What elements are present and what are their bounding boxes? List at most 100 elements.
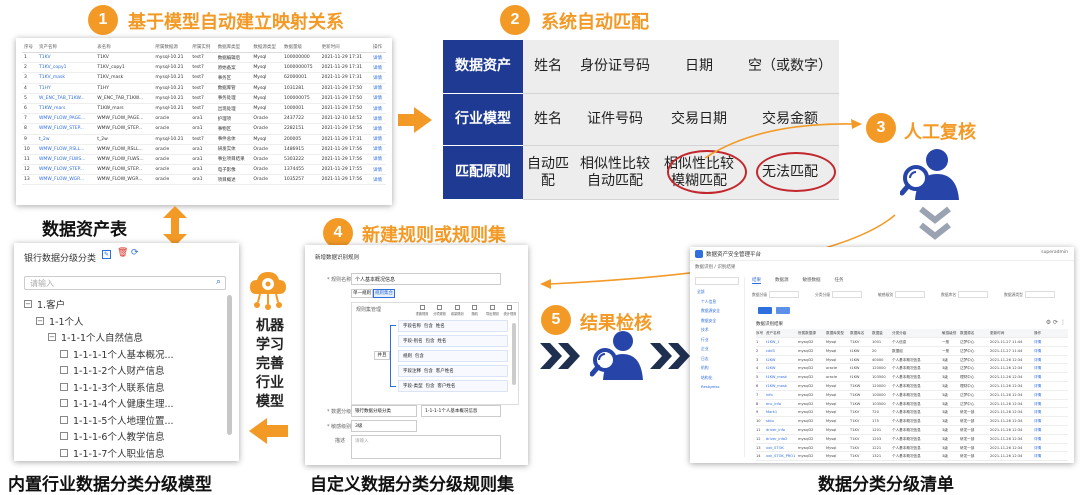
table-cell: 个人基本概况信息: [892, 410, 921, 415]
table-row[interactable]: 11 driver_info mysql32 Mysql T1KV 1201 个人基本概况信…: [756, 426, 1068, 435]
user-name[interactable]: superadmin: [1041, 250, 1068, 255]
sidebar-item[interactable]: 行业: [695, 337, 744, 347]
detail-link[interactable]: 详情: [1034, 452, 1048, 460]
sensitivity-select[interactable]: 3级: [351, 420, 417, 432]
result-tab[interactable]: 任务: [835, 277, 844, 284]
rule-condition[interactable]: 字段名称 包含 姓名: [398, 320, 508, 332]
toolbar-button[interactable]: 分项规则: [432, 305, 448, 316]
sensitivity-value: 3级: [355, 424, 363, 429]
level-select-1[interactable]: 银行数据分级分类: [351, 405, 417, 417]
toolbar-button[interactable]: 统计规则: [502, 305, 518, 316]
filter-select[interactable]: [958, 291, 989, 298]
caption-asset-table: 数据资产表: [42, 220, 127, 240]
level-label: * 数据分级: [327, 409, 352, 415]
detail-link[interactable]: 详情: [1034, 373, 1048, 381]
table-row[interactable]: 2 cdd3 mysql32 Mysql t1KW 20 数据组 一般 达梦中心 2021-11-…: [756, 347, 1068, 356]
rule-condition[interactable]: 字段注释 包含 客户姓名: [398, 365, 508, 377]
sidebar-search-input[interactable]: [695, 277, 739, 285]
sidebar-item[interactable]: 个人信息: [695, 299, 744, 309]
sidebar-item[interactable]: 技术: [695, 327, 744, 337]
filter-select[interactable]: [832, 291, 863, 298]
sidebar-item[interactable]: 数据安全: [695, 318, 744, 328]
table-row[interactable]: 5 t1KW_mask mysql32 oracle t1KW 103500 个人基本概况信…: [756, 373, 1068, 382]
sidebar-item[interactable]: 数据源安全: [695, 308, 744, 318]
detail-link[interactable]: 详情: [1034, 338, 1048, 346]
table-cell: 达梦中心: [960, 392, 975, 397]
connector-box[interactable]: 并且: [374, 351, 390, 360]
detail-link[interactable]: 详情: [1034, 364, 1048, 372]
refresh-icon[interactable]: ⟳: [131, 248, 139, 258]
table-row[interactable]: 3 t2KW mysql32 Mysql t1KW 40000 个人基本概况信息 3级 达梦中心…: [756, 356, 1068, 365]
config-scrollbar[interactable]: [512, 323, 516, 385]
tab-single-rule[interactable]: 单一规则: [351, 289, 373, 298]
table-cell: Mysql: [826, 401, 837, 406]
filter-select[interactable]: [895, 291, 926, 298]
table-row[interactable]: 10 stdu mysql32 Mysql T1KV 175 个人基本概况信息 3级 研发一部 2…: [756, 417, 1068, 426]
rule-config-box: 规则集管理 重置规则 分项规则 增量规则 随机 导出规则 统计规则 并且 字段名称 包含 …: [351, 302, 519, 405]
search-icon[interactable]: ⌕: [216, 277, 221, 287]
tree-search-input[interactable]: 请输入 ⌕: [24, 276, 226, 290]
table-cell: 研发一部: [960, 410, 975, 415]
detail-link[interactable]: 详情: [1034, 382, 1048, 390]
table-cell: 120000: [872, 383, 886, 388]
detail-link[interactable]: 详情: [1034, 408, 1048, 416]
filter-select[interactable]: [769, 291, 800, 298]
tree-item[interactable]: 1-1-1-7个人职业信息: [60, 442, 164, 462]
ml-text-char: 行业: [256, 375, 284, 391]
table-row[interactable]: 8 enc_info mysql32 Mysql T1KW 103500 个人基本概况信息 3…: [756, 400, 1068, 409]
sidebar-item[interactable]: 机构: [695, 365, 744, 375]
detail-link[interactable]: 详情: [1034, 400, 1048, 408]
collapse-icon[interactable]: −: [48, 333, 56, 341]
table-tools-icon[interactable]: ⚙ ⟳ ⋮: [1046, 319, 1066, 326]
table-row[interactable]: 7 info mysql32 Mysql T1KW 100000 个人基本概况信息 3级 达梦中…: [756, 391, 1068, 400]
level-select-2[interactable]: 1-1-1-1个人基本概况信息: [421, 405, 501, 417]
detail-link[interactable]: 详情: [1034, 347, 1048, 355]
table-cell: 数据组: [892, 348, 903, 353]
detail-link[interactable]: 详情: [1034, 435, 1048, 443]
rule-condition[interactable]: 字段-别名 包含 姓名: [398, 335, 508, 347]
detail-link[interactable]: 详情: [1034, 417, 1048, 425]
description-textarea[interactable]: 请输入: [351, 435, 501, 459]
table-cell: 2021-11-27 11:44: [990, 348, 1023, 353]
detail-link[interactable]: 详情: [1034, 444, 1048, 452]
sidebar-item[interactable]: 日志: [695, 356, 744, 366]
tree-scrollbar[interactable]: [227, 295, 232, 435]
reset-button[interactable]: [776, 307, 790, 314]
table-row[interactable]: 14 xxk_STOK_PRO1 mysql32 Mysql T1KV 1321 个人基本概…: [756, 452, 1068, 462]
table-row[interactable]: 6 t1KW_mask mysql32 Mysql T1KW 120000 个人基本概况信息…: [756, 382, 1068, 391]
sidebar-item[interactable]: Restgress: [695, 384, 744, 394]
right-chevrons-right-icon: [650, 343, 690, 369]
search-button[interactable]: [758, 307, 772, 314]
toolbar-button[interactable]: 随机: [467, 305, 483, 316]
rule-condition[interactable]: 规则 包含: [398, 350, 508, 362]
toolbar-button[interactable]: 重置规则: [414, 305, 430, 316]
toolbar-label: 重置规则: [415, 312, 429, 316]
table-row[interactable]: 9 Mark1 mysql32 Mysql T1KV 720 个人基本概况信息 3级 研发一部 2…: [756, 408, 1068, 418]
toolbar-icon: [454, 305, 460, 310]
result-tab[interactable]: 敏感数据: [803, 277, 821, 284]
detail-link[interactable]: 详情: [1034, 426, 1048, 434]
sidebar-item[interactable]: 结构化: [695, 375, 744, 385]
table-row[interactable]: 1 t1KW_1 mysql32 Mysql T1KV 1001 个人信息 一般 达梦中心 202…: [756, 338, 1068, 347]
table-row[interactable]: 13 xxk_STOK mysql32 Mysql T1KV 1221 个人基本概况信息 3级…: [756, 444, 1068, 453]
tab-rule-set[interactable]: 规则集合: [373, 289, 395, 298]
delete-icon[interactable]: 🗑: [117, 248, 128, 258]
sidebar-item[interactable]: 企业: [695, 346, 744, 356]
sidebar-item[interactable]: 全部: [695, 289, 744, 299]
rule-name-input[interactable]: 个人基本概况信息: [351, 273, 501, 285]
table-cell: 3级: [942, 366, 948, 371]
document-icon: [60, 366, 68, 374]
filter-select[interactable]: [1024, 291, 1055, 298]
collapse-icon[interactable]: −: [36, 316, 44, 325]
detail-link[interactable]: 详情: [1034, 391, 1048, 399]
edit-icon[interactable]: ✎: [102, 250, 111, 259]
rule-condition[interactable]: 字段-类型 包含 客户姓名: [398, 380, 508, 392]
toolbar-button[interactable]: 增量规则: [449, 305, 465, 316]
result-tab[interactable]: 数据源: [775, 277, 789, 284]
collapse-icon[interactable]: −: [24, 300, 32, 308]
result-tab[interactable]: 结果: [752, 277, 761, 284]
table-row[interactable]: 4 t2KW mysql32 oracle t1KW 120000 个人基本概况信息 3级 达梦…: [756, 364, 1068, 374]
toolbar-button[interactable]: 导出规则: [484, 305, 500, 316]
detail-link[interactable]: 详情: [1034, 356, 1048, 364]
table-row[interactable]: 12 driver_info2 mysql32 Mysql T1KV 1203 个人基本概况…: [756, 435, 1068, 444]
